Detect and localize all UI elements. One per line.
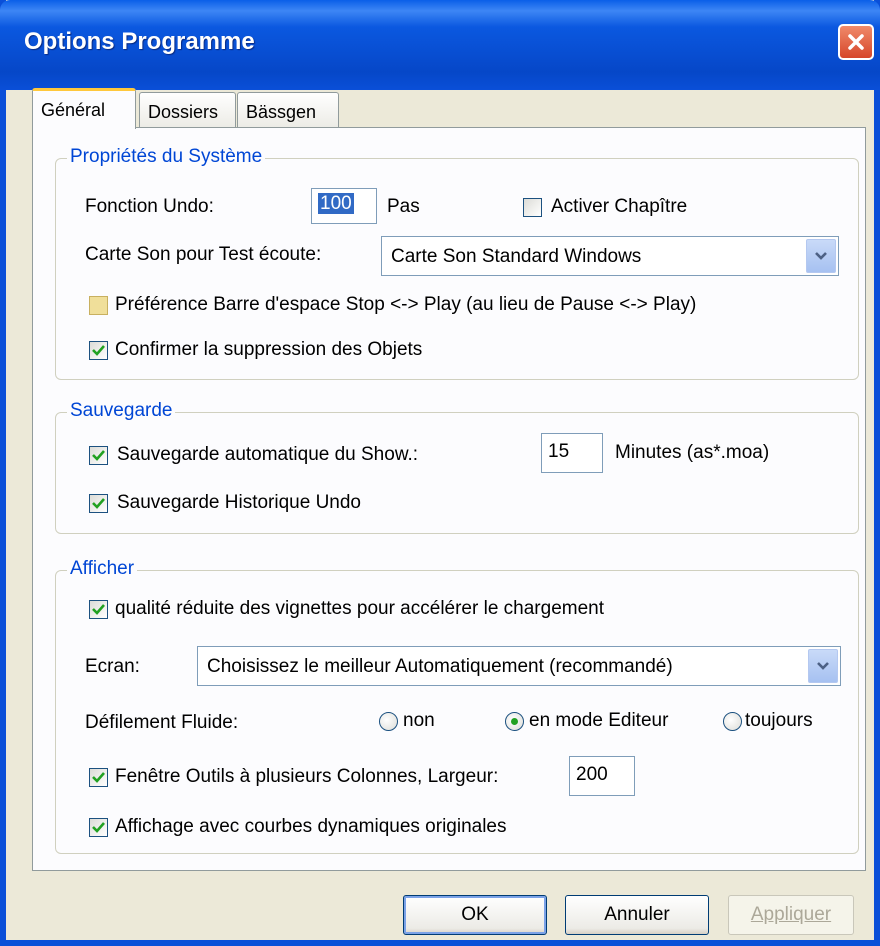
undo-unit-label: Pas <box>387 196 420 217</box>
activate-chapter-label: Activer Chapître <box>551 196 688 217</box>
checkmark-icon <box>92 498 105 509</box>
confirm-delete-label: Confirmer la suppression des Objets <box>115 339 423 360</box>
reduced-thumbnail-quality-label: qualité réduite des vignettes pour accél… <box>115 598 605 619</box>
activate-chapter-checkbox[interactable] <box>523 198 542 217</box>
sound-card-select[interactable]: Carte Son Standard Windows <box>381 236 839 276</box>
auto-backup-checkbox[interactable] <box>89 446 108 465</box>
smooth-scroll-option-label: en mode Editeur <box>529 710 669 731</box>
checkmark-icon <box>92 772 105 783</box>
undo-history-checkbox[interactable] <box>89 494 108 513</box>
undo-history-label: Sauvegarde Historique Undo <box>117 492 361 513</box>
undo-label: Fonction Undo: <box>85 196 214 217</box>
undo-value: 100 <box>318 193 354 214</box>
sound-card-value: Carte Son Standard Windows <box>391 246 642 267</box>
dynamic-curves-checkbox[interactable] <box>89 818 108 837</box>
auto-backup-unit-label: Minutes (as*.moa) <box>615 442 770 463</box>
dynamic-curves-label: Affichage avec courbes dynamiques origin… <box>115 816 507 837</box>
sound-card-label: Carte Son pour Test écoute: <box>85 244 322 265</box>
undo-steps-input[interactable]: 100 <box>311 188 377 224</box>
chevron-down-icon <box>817 662 829 670</box>
system-properties-legend: Propriétés du Système <box>67 146 266 168</box>
multi-column-tools-label: Fenêtre Outils à plusieurs Colonnes, Lar… <box>115 766 499 787</box>
screen-value: Choisissez le meilleur Automatiquement (… <box>207 656 673 677</box>
tab-general[interactable]: Général <box>32 88 136 129</box>
reduced-thumbnail-quality-checkbox[interactable] <box>89 600 108 619</box>
tools-width-input[interactable]: 200 <box>569 756 635 796</box>
smooth-scroll-radio-never[interactable] <box>379 712 398 731</box>
general-tab-panel: Propriétés du Système Fonction Undo: 100… <box>32 127 866 871</box>
dropdown-arrow[interactable] <box>806 239 836 273</box>
auto-backup-minutes-input[interactable]: 15 <box>541 433 603 473</box>
backup-group <box>55 412 859 534</box>
multi-column-tools-checkbox[interactable] <box>89 768 108 787</box>
cancel-button[interactable]: Annuler <box>565 895 709 935</box>
smooth-scroll-radio-always[interactable] <box>723 712 742 731</box>
dropdown-arrow[interactable] <box>808 649 838 683</box>
chevron-down-icon <box>815 252 827 260</box>
smooth-scroll-option-label: non <box>403 710 435 731</box>
ok-button[interactable]: OK <box>403 895 547 935</box>
confirm-delete-checkbox[interactable] <box>89 341 108 360</box>
smooth-scroll-option-label: toujours <box>745 710 813 731</box>
checkmark-icon <box>92 822 105 833</box>
screen-select[interactable]: Choisissez le meilleur Automatiquement (… <box>197 646 841 686</box>
title-bar[interactable]: Options Programme <box>0 0 880 90</box>
checkmark-icon <box>92 450 105 461</box>
apply-button-label: Appliquer <box>750 904 832 925</box>
display-legend: Afficher <box>67 558 138 580</box>
radio-selected-dot <box>511 718 518 725</box>
spacebar-stop-play-label: Préférence Barre d'espace Stop <-> Play … <box>115 294 697 315</box>
auto-backup-label: Sauvegarde automatique du Show.: <box>117 444 419 465</box>
screen-label: Ecran: <box>85 656 140 677</box>
smooth-scroll-label: Défilement Fluide: <box>85 712 239 733</box>
close-button[interactable] <box>838 24 874 60</box>
close-icon <box>848 34 864 50</box>
tab-dossiers[interactable]: Dossiers <box>139 92 236 128</box>
smooth-scroll-radio-editor[interactable] <box>505 712 524 731</box>
spacebar-stop-play-checkbox[interactable] <box>89 296 108 315</box>
options-dialog: Options Programme Général Dossiers Bässg… <box>0 0 880 946</box>
checkmark-icon <box>92 604 105 615</box>
apply-button[interactable]: Appliquer <box>728 895 854 935</box>
tab-bassgen[interactable]: Bässgen <box>237 92 339 128</box>
window-title: Options Programme <box>24 28 255 55</box>
checkmark-icon <box>92 345 105 356</box>
backup-legend: Sauvegarde <box>67 400 176 422</box>
